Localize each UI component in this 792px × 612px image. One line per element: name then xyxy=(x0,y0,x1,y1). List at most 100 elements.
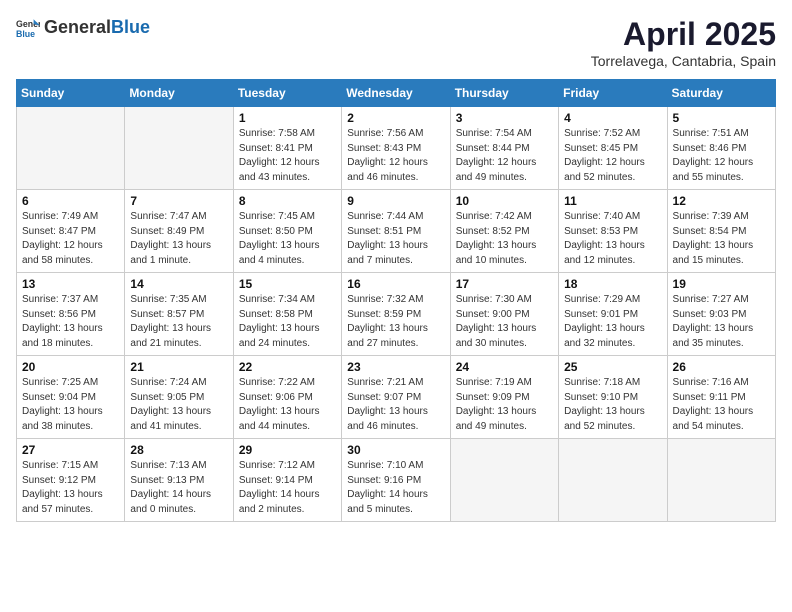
cell-info: Sunrise: 7:12 AMSunset: 9:14 PMDaylight:… xyxy=(239,459,336,517)
calendar-week-row: 13 Sunrise: 7:37 AMSunset: 8:56 PMDayligh… xyxy=(17,273,776,356)
day-number: 30 xyxy=(347,443,444,457)
logo: General Blue General Blue xyxy=(16,16,150,40)
cell-info: Sunrise: 7:54 AMSunset: 8:44 PMDaylight:… xyxy=(456,127,553,185)
day-number: 9 xyxy=(347,194,444,208)
day-number: 5 xyxy=(673,111,770,125)
cell-info: Sunrise: 7:24 AMSunset: 9:05 PMDaylight:… xyxy=(130,376,227,434)
cell-info: Sunrise: 7:30 AMSunset: 9:00 PMDaylight:… xyxy=(456,293,553,351)
calendar-cell: 13 Sunrise: 7:37 AMSunset: 8:56 PMDayligh… xyxy=(17,273,125,356)
calendar-cell: 18 Sunrise: 7:29 AMSunset: 9:01 PMDayligh… xyxy=(559,273,667,356)
calendar-cell: 5Sunrise: 7:51 AMSunset: 8:46 PMDaylight… xyxy=(667,107,775,190)
day-header-friday: Friday xyxy=(559,80,667,107)
calendar-cell: 25 Sunrise: 7:18 AMSunset: 9:10 PMDayligh… xyxy=(559,356,667,439)
day-number: 14 xyxy=(130,277,227,291)
calendar-cell: 11 Sunrise: 7:40 AMSunset: 8:53 PMDayligh… xyxy=(559,190,667,273)
calendar-cell xyxy=(667,439,775,522)
day-number: 3 xyxy=(456,111,553,125)
day-number: 6 xyxy=(22,194,119,208)
cell-info: Sunrise: 7:49 AMSunset: 8:47 PMDaylight:… xyxy=(22,210,119,268)
calendar-header-row: SundayMondayTuesdayWednesdayThursdayFrid… xyxy=(17,80,776,107)
cell-info: Sunrise: 7:10 AMSunset: 9:16 PMDaylight:… xyxy=(347,459,444,517)
cell-info: Sunrise: 7:15 AMSunset: 9:12 PMDaylight:… xyxy=(22,459,119,517)
cell-info: Sunrise: 7:29 AMSunset: 9:01 PMDaylight:… xyxy=(564,293,661,351)
day-number: 22 xyxy=(239,360,336,374)
cell-info: Sunrise: 7:25 AMSunset: 9:04 PMDaylight:… xyxy=(22,376,119,434)
cell-info: Sunrise: 7:32 AMSunset: 8:59 PMDaylight:… xyxy=(347,293,444,351)
calendar-cell xyxy=(559,439,667,522)
calendar-cell: 17 Sunrise: 7:30 AMSunset: 9:00 PMDayligh… xyxy=(450,273,558,356)
day-header-monday: Monday xyxy=(125,80,233,107)
calendar-cell: 12 Sunrise: 7:39 AMSunset: 8:54 PMDayligh… xyxy=(667,190,775,273)
page-header: General Blue General Blue April 2025 Torr… xyxy=(16,16,776,69)
calendar-cell: 9 Sunrise: 7:44 AMSunset: 8:51 PMDaylight… xyxy=(342,190,450,273)
cell-info: Sunrise: 7:18 AMSunset: 9:10 PMDaylight:… xyxy=(564,376,661,434)
cell-info: Sunrise: 7:21 AMSunset: 9:07 PMDaylight:… xyxy=(347,376,444,434)
cell-info: Sunrise: 7:45 AMSunset: 8:50 PMDaylight:… xyxy=(239,210,336,268)
cell-info: Sunrise: 7:19 AMSunset: 9:09 PMDaylight:… xyxy=(456,376,553,434)
calendar-cell: 6 Sunrise: 7:49 AMSunset: 8:47 PMDaylight… xyxy=(17,190,125,273)
day-number: 24 xyxy=(456,360,553,374)
cell-info: Sunrise: 7:27 AMSunset: 9:03 PMDaylight:… xyxy=(673,293,770,351)
day-number: 19 xyxy=(673,277,770,291)
cell-info: Sunrise: 7:40 AMSunset: 8:53 PMDaylight:… xyxy=(564,210,661,268)
day-header-thursday: Thursday xyxy=(450,80,558,107)
calendar-cell: 3 Sunrise: 7:54 AMSunset: 8:44 PMDaylight… xyxy=(450,107,558,190)
calendar-cell: 8 Sunrise: 7:45 AMSunset: 8:50 PMDaylight… xyxy=(233,190,341,273)
calendar-cell: 23Sunrise: 7:21 AMSunset: 9:07 PMDayligh… xyxy=(342,356,450,439)
day-number: 17 xyxy=(456,277,553,291)
day-number: 8 xyxy=(239,194,336,208)
calendar-week-row: 1 Sunrise: 7:58 AMSunset: 8:41 PMDaylight… xyxy=(17,107,776,190)
calendar-cell xyxy=(17,107,125,190)
day-number: 15 xyxy=(239,277,336,291)
calendar-cell: 16Sunrise: 7:32 AMSunset: 8:59 PMDayligh… xyxy=(342,273,450,356)
calendar-cell xyxy=(125,107,233,190)
day-number: 1 xyxy=(239,111,336,125)
day-number: 2 xyxy=(347,111,444,125)
calendar-week-row: 27 Sunrise: 7:15 AMSunset: 9:12 PMDayligh… xyxy=(17,439,776,522)
logo-general: General xyxy=(44,18,111,38)
calendar-cell: 15 Sunrise: 7:34 AMSunset: 8:58 PMDayligh… xyxy=(233,273,341,356)
day-number: 21 xyxy=(130,360,227,374)
calendar-cell: 20Sunrise: 7:25 AMSunset: 9:04 PMDayligh… xyxy=(17,356,125,439)
cell-info: Sunrise: 7:58 AMSunset: 8:41 PMDaylight:… xyxy=(239,127,336,185)
day-number: 18 xyxy=(564,277,661,291)
day-number: 12 xyxy=(673,194,770,208)
calendar-cell: 4Sunrise: 7:52 AMSunset: 8:45 PMDaylight… xyxy=(559,107,667,190)
calendar-cell: 2Sunrise: 7:56 AMSunset: 8:43 PMDaylight… xyxy=(342,107,450,190)
day-number: 10 xyxy=(456,194,553,208)
calendar-cell: 10 Sunrise: 7:42 AMSunset: 8:52 PMDayligh… xyxy=(450,190,558,273)
cell-info: Sunrise: 7:22 AMSunset: 9:06 PMDaylight:… xyxy=(239,376,336,434)
calendar-cell: 1 Sunrise: 7:58 AMSunset: 8:41 PMDaylight… xyxy=(233,107,341,190)
day-number: 11 xyxy=(564,194,661,208)
calendar-cell: 21 Sunrise: 7:24 AMSunset: 9:05 PMDayligh… xyxy=(125,356,233,439)
calendar-week-row: 6 Sunrise: 7:49 AMSunset: 8:47 PMDaylight… xyxy=(17,190,776,273)
cell-info: Sunrise: 7:16 AMSunset: 9:11 PMDaylight:… xyxy=(673,376,770,434)
day-number: 29 xyxy=(239,443,336,457)
day-number: 13 xyxy=(22,277,119,291)
title-block: April 2025 Torrelavega, Cantabria, Spain xyxy=(591,16,776,69)
day-header-sunday: Sunday xyxy=(17,80,125,107)
day-number: 27 xyxy=(22,443,119,457)
calendar-cell: 22 Sunrise: 7:22 AMSunset: 9:06 PMDayligh… xyxy=(233,356,341,439)
cell-info: Sunrise: 7:39 AMSunset: 8:54 PMDaylight:… xyxy=(673,210,770,268)
calendar-cell: 28Sunrise: 7:13 AMSunset: 9:13 PMDayligh… xyxy=(125,439,233,522)
logo-icon: General Blue xyxy=(16,16,40,40)
svg-text:Blue: Blue xyxy=(16,29,35,39)
cell-info: Sunrise: 7:44 AMSunset: 8:51 PMDaylight:… xyxy=(347,210,444,268)
cell-info: Sunrise: 7:42 AMSunset: 8:52 PMDaylight:… xyxy=(456,210,553,268)
location-title: Torrelavega, Cantabria, Spain xyxy=(591,53,776,69)
cell-info: Sunrise: 7:34 AMSunset: 8:58 PMDaylight:… xyxy=(239,293,336,351)
day-number: 7 xyxy=(130,194,227,208)
cell-info: Sunrise: 7:37 AMSunset: 8:56 PMDaylight:… xyxy=(22,293,119,351)
day-number: 25 xyxy=(564,360,661,374)
day-number: 26 xyxy=(673,360,770,374)
day-header-saturday: Saturday xyxy=(667,80,775,107)
cell-info: Sunrise: 7:13 AMSunset: 9:13 PMDaylight:… xyxy=(130,459,227,517)
calendar-cell xyxy=(450,439,558,522)
calendar-table: SundayMondayTuesdayWednesdayThursdayFrid… xyxy=(16,79,776,522)
calendar-cell: 26 Sunrise: 7:16 AMSunset: 9:11 PMDayligh… xyxy=(667,356,775,439)
cell-info: Sunrise: 7:47 AMSunset: 8:49 PMDaylight:… xyxy=(130,210,227,268)
calendar-cell: 19 Sunrise: 7:27 AMSunset: 9:03 PMDayligh… xyxy=(667,273,775,356)
calendar-cell: 7 Sunrise: 7:47 AMSunset: 8:49 PMDaylight… xyxy=(125,190,233,273)
day-number: 4 xyxy=(564,111,661,125)
